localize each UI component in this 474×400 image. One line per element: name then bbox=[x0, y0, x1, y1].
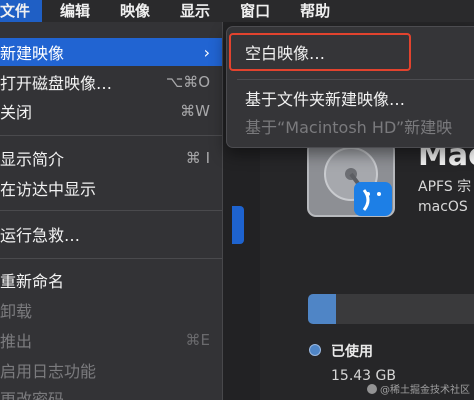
watermark-logo-icon bbox=[367, 383, 377, 394]
menu-item-label: 打开磁盘映像… bbox=[0, 74, 113, 93]
menu-item-label: 重新命名 bbox=[0, 272, 65, 291]
menu-item-new-image[interactable]: 新建映像 › bbox=[0, 38, 222, 66]
menu-item-label: 卸载 bbox=[0, 302, 33, 321]
watermark: @稀土掘金技术社区 bbox=[367, 381, 470, 396]
disk-format: APFS 宗 bbox=[418, 179, 472, 195]
menu-item-shortcut: ⌘W bbox=[180, 102, 210, 120]
menubar-file[interactable]: 文件 bbox=[0, 0, 43, 22]
menu-item-show-in-finder[interactable]: 在访达中显示 bbox=[0, 174, 222, 202]
storage-used-fill bbox=[308, 294, 337, 324]
menu-item-label: 关闭 bbox=[0, 103, 33, 122]
disk-os: macOS bbox=[418, 199, 468, 215]
menu-item-open-disk-image[interactable]: 打开磁盘映像… ⌥⌘O bbox=[0, 68, 222, 96]
submenu-item-label: 基于“Macintosh HD”新建映 bbox=[245, 118, 453, 137]
menu-item-change-password[interactable]: 更改密码… bbox=[0, 384, 222, 400]
menu-item-label: 新建映像 bbox=[0, 44, 65, 63]
menu-item-shortcut: ⌘E bbox=[185, 331, 210, 349]
menu-separator bbox=[0, 258, 222, 259]
submenu-item-label: 基于文件夹新建映像… bbox=[245, 90, 406, 109]
menubar-edit[interactable]: 编辑 bbox=[60, 0, 100, 22]
screen: Mac APFS 宗 macOS 已使用 15.43 GB @稀土掘金技术社区 … bbox=[0, 0, 474, 400]
menu-item-shortcut: ⌘ I bbox=[185, 149, 210, 167]
menubar-view[interactable]: 显示 bbox=[180, 0, 220, 22]
menubar-window[interactable]: 窗口 bbox=[240, 0, 280, 22]
menu-item-close[interactable]: 关闭 ⌘W bbox=[0, 97, 222, 125]
menu-item-eject[interactable]: 推出 ⌘E bbox=[0, 326, 222, 354]
file-menu: 新建映像 › 打开磁盘映像… ⌥⌘O 关闭 ⌘W 显示简介 ⌘ I 在访达中显示… bbox=[0, 22, 223, 400]
menu-item-label: 启用日志功能 bbox=[0, 362, 97, 381]
menu-item-get-info[interactable]: 显示简介 ⌘ I bbox=[0, 144, 222, 172]
annotation-highlight-box bbox=[229, 33, 411, 71]
menu-item-shortcut: ⌥⌘O bbox=[165, 73, 210, 91]
menu-item-label: 推出 bbox=[0, 332, 33, 351]
menu-item-label: 在访达中显示 bbox=[0, 180, 97, 199]
menu-item-unmount[interactable]: 卸载 bbox=[0, 296, 222, 324]
submenu-item-image-from-disk[interactable]: 基于“Macintosh HD”新建映 bbox=[227, 113, 474, 139]
submenu-separator bbox=[237, 79, 474, 80]
menu-item-label: 运行急救… bbox=[0, 226, 81, 245]
menu-separator bbox=[0, 135, 222, 136]
menu-bar: 文件 编辑 映像 显示 窗口 帮助 bbox=[0, 0, 474, 22]
menubar-help[interactable]: 帮助 bbox=[300, 0, 340, 22]
menu-item-label: 更改密码… bbox=[0, 390, 81, 400]
submenu-item-image-from-folder[interactable]: 基于文件夹新建映像… bbox=[227, 85, 474, 111]
sidebar-selection-indicator bbox=[232, 206, 244, 244]
menu-separator bbox=[0, 210, 222, 211]
hard-disk-icon bbox=[307, 141, 395, 217]
chevron-right-icon: › bbox=[203, 42, 210, 62]
watermark-text: @稀土掘金技术社区 bbox=[380, 385, 470, 396]
used-legend-dot bbox=[309, 344, 321, 356]
menu-item-enable-journaling[interactable]: 启用日志功能 bbox=[0, 356, 222, 384]
menu-item-label: 显示简介 bbox=[0, 150, 65, 169]
used-legend-label: 已使用 bbox=[331, 344, 373, 360]
menubar-image[interactable]: 映像 bbox=[120, 0, 160, 22]
menu-item-first-aid[interactable]: 运行急救… bbox=[0, 220, 222, 248]
storage-usage-bar bbox=[308, 294, 474, 324]
menu-item-rename[interactable]: 重新命名 bbox=[0, 266, 222, 294]
